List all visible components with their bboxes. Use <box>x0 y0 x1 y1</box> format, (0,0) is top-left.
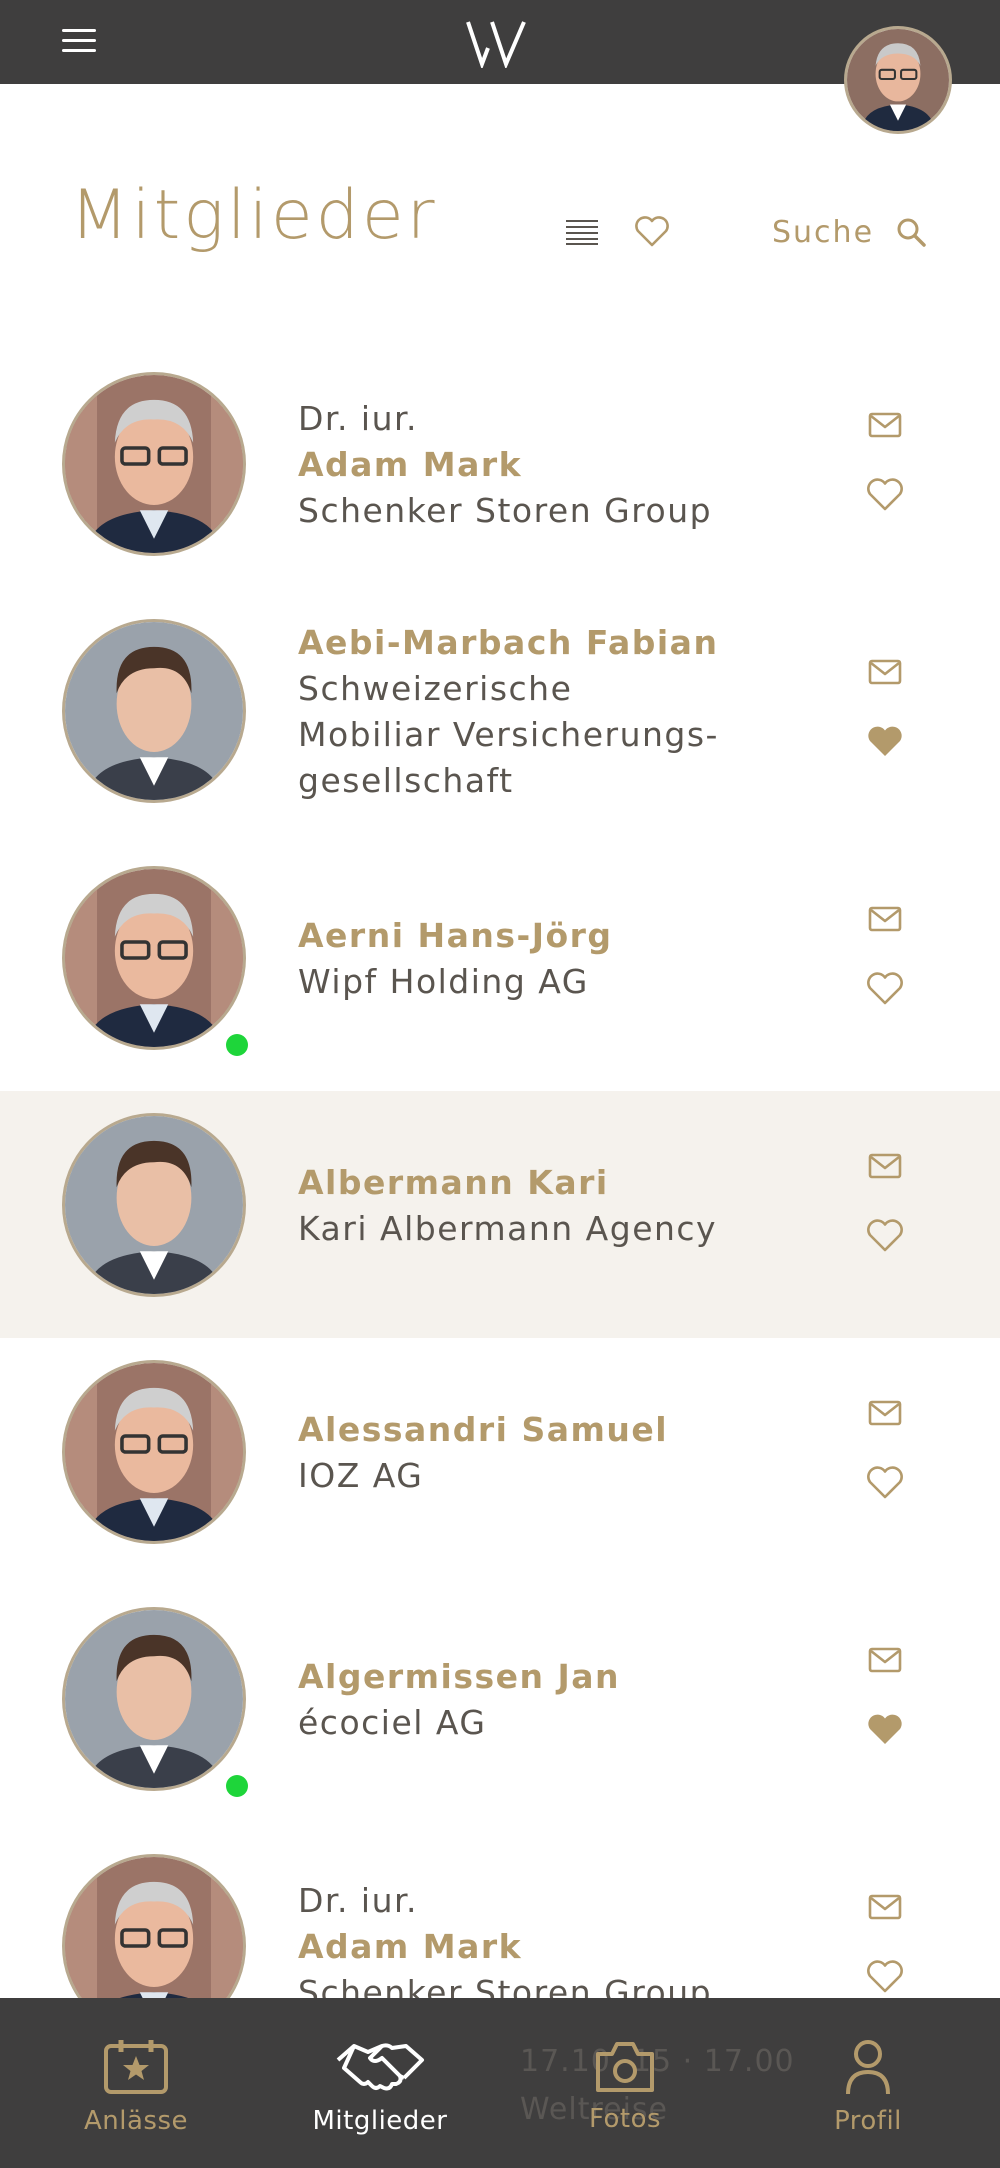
member-row[interactable]: Algermissen Jan écociel AG <box>0 1585 1000 1832</box>
list-view-icon[interactable] <box>566 218 598 246</box>
online-status-dot <box>226 1775 248 1797</box>
search-button[interactable]: Suche <box>772 212 926 252</box>
member-name: Aerni Hans-Jörg <box>298 916 613 955</box>
favorite-heart-icon[interactable] <box>866 1960 904 1994</box>
member-company: Mobiliar Versicherungs- <box>298 715 719 754</box>
person-icon <box>846 2040 890 2095</box>
logo <box>466 21 526 68</box>
member-avatar[interactable] <box>62 372 246 556</box>
favorite-heart-icon[interactable] <box>866 478 904 512</box>
avatar-photo <box>847 29 949 131</box>
nav-label: Fotos <box>588 2104 662 2134</box>
member-row[interactable]: Alessandri Samuel IOZ AG <box>0 1338 1000 1585</box>
member-row[interactable]: Dr. iur. Adam Mark Schenker Storen Group <box>0 350 1000 597</box>
member-photo <box>65 1363 243 1541</box>
member-company: IOZ AG <box>298 1456 424 1495</box>
member-info: Aerni Hans-Jörg Wipf Holding AG <box>298 844 798 1074</box>
mail-icon[interactable] <box>868 412 902 438</box>
search-label: Suche <box>772 214 875 250</box>
mail-icon[interactable] <box>868 659 902 685</box>
member-row[interactable]: Aebi-Marbach Fabian Schweizerische Mobilia… <box>0 597 1000 844</box>
mail-icon[interactable] <box>868 1647 902 1673</box>
member-name: Adam Mark <box>298 1927 523 1966</box>
member-photo <box>65 622 243 800</box>
nav-item-fotos[interactable]: Fotos <box>535 1998 715 2168</box>
handshake-icon <box>336 2043 424 2091</box>
mail-icon[interactable] <box>868 906 902 932</box>
nav-item-mitglieder[interactable]: Mitglieder <box>290 1998 470 2168</box>
member-company: Kari Albermann Agency <box>298 1209 718 1248</box>
member-company: Wipf Holding AG <box>298 962 589 1001</box>
camera-icon <box>596 2042 654 2092</box>
online-status-dot <box>226 1034 248 1056</box>
bottom-navigation: 17.10. 15 · 17.00 Weltreise Anlässe Mitg… <box>0 1998 1000 2168</box>
member-photo <box>65 869 243 1047</box>
member-list: Dr. iur. Adam Mark Schenker Storen Group Ae… <box>0 350 1000 2079</box>
member-company: gesellschaft <box>298 761 514 800</box>
favorite-heart-icon[interactable] <box>866 1219 904 1253</box>
member-avatar[interactable] <box>62 866 246 1050</box>
member-avatar[interactable] <box>62 619 246 803</box>
menu-icon[interactable] <box>62 28 96 54</box>
member-row[interactable]: Albermann Kari Kari Albermann Agency <box>0 1091 1000 1338</box>
nav-label: Profil <box>834 2106 902 2136</box>
favorite-heart-icon[interactable] <box>866 725 904 759</box>
member-company: Schenker Storen Group <box>298 491 713 530</box>
member-avatar[interactable] <box>62 1607 246 1791</box>
member-title: Dr. iur. <box>298 1881 419 1920</box>
mail-icon[interactable] <box>868 1153 902 1179</box>
member-name: Algermissen Jan <box>298 1657 621 1696</box>
member-info: Algermissen Jan écociel AG <box>298 1585 798 1815</box>
member-info: Aebi-Marbach Fabian Schweizerische Mobilia… <box>298 597 798 827</box>
calendar-star-icon <box>104 2040 168 2094</box>
nav-item-anlaesse[interactable]: Anlässe <box>46 1998 226 2168</box>
favorite-heart-icon[interactable] <box>866 972 904 1006</box>
member-company: Schweizerische <box>298 669 573 708</box>
search-icon <box>897 218 926 247</box>
member-name: Albermann Kari <box>298 1163 609 1202</box>
member-row[interactable]: Aerni Hans-Jörg Wipf Holding AG <box>0 844 1000 1091</box>
member-info: Alessandri Samuel IOZ AG <box>298 1338 798 1568</box>
favorite-heart-icon[interactable] <box>866 1466 904 1500</box>
member-name: Adam Mark <box>298 445 523 484</box>
member-photo <box>65 1116 243 1294</box>
profile-avatar[interactable] <box>844 26 952 134</box>
nav-label: Mitglieder <box>312 2106 448 2136</box>
mail-icon[interactable] <box>868 1400 902 1426</box>
page-title: Mitglieder <box>70 176 438 255</box>
member-name: Aebi-Marbach Fabian <box>298 623 719 662</box>
member-photo <box>65 375 243 553</box>
member-info: Dr. iur. Adam Mark Schenker Storen Group <box>298 350 798 580</box>
member-avatar[interactable] <box>62 1360 246 1544</box>
favorites-filter-icon[interactable] <box>634 216 670 248</box>
member-avatar[interactable] <box>62 1113 246 1297</box>
member-company: écociel AG <box>298 1703 487 1742</box>
mail-icon[interactable] <box>868 1894 902 1920</box>
member-title: Dr. iur. <box>298 399 419 438</box>
member-photo <box>65 1610 243 1788</box>
nav-item-profil[interactable]: Profil <box>778 1998 958 2168</box>
favorite-heart-icon[interactable] <box>866 1713 904 1747</box>
top-bar <box>0 0 1000 134</box>
member-name: Alessandri Samuel <box>298 1410 669 1449</box>
member-info: Albermann Kari Kari Albermann Agency <box>298 1091 798 1321</box>
nav-label: Anlässe <box>83 2106 188 2136</box>
